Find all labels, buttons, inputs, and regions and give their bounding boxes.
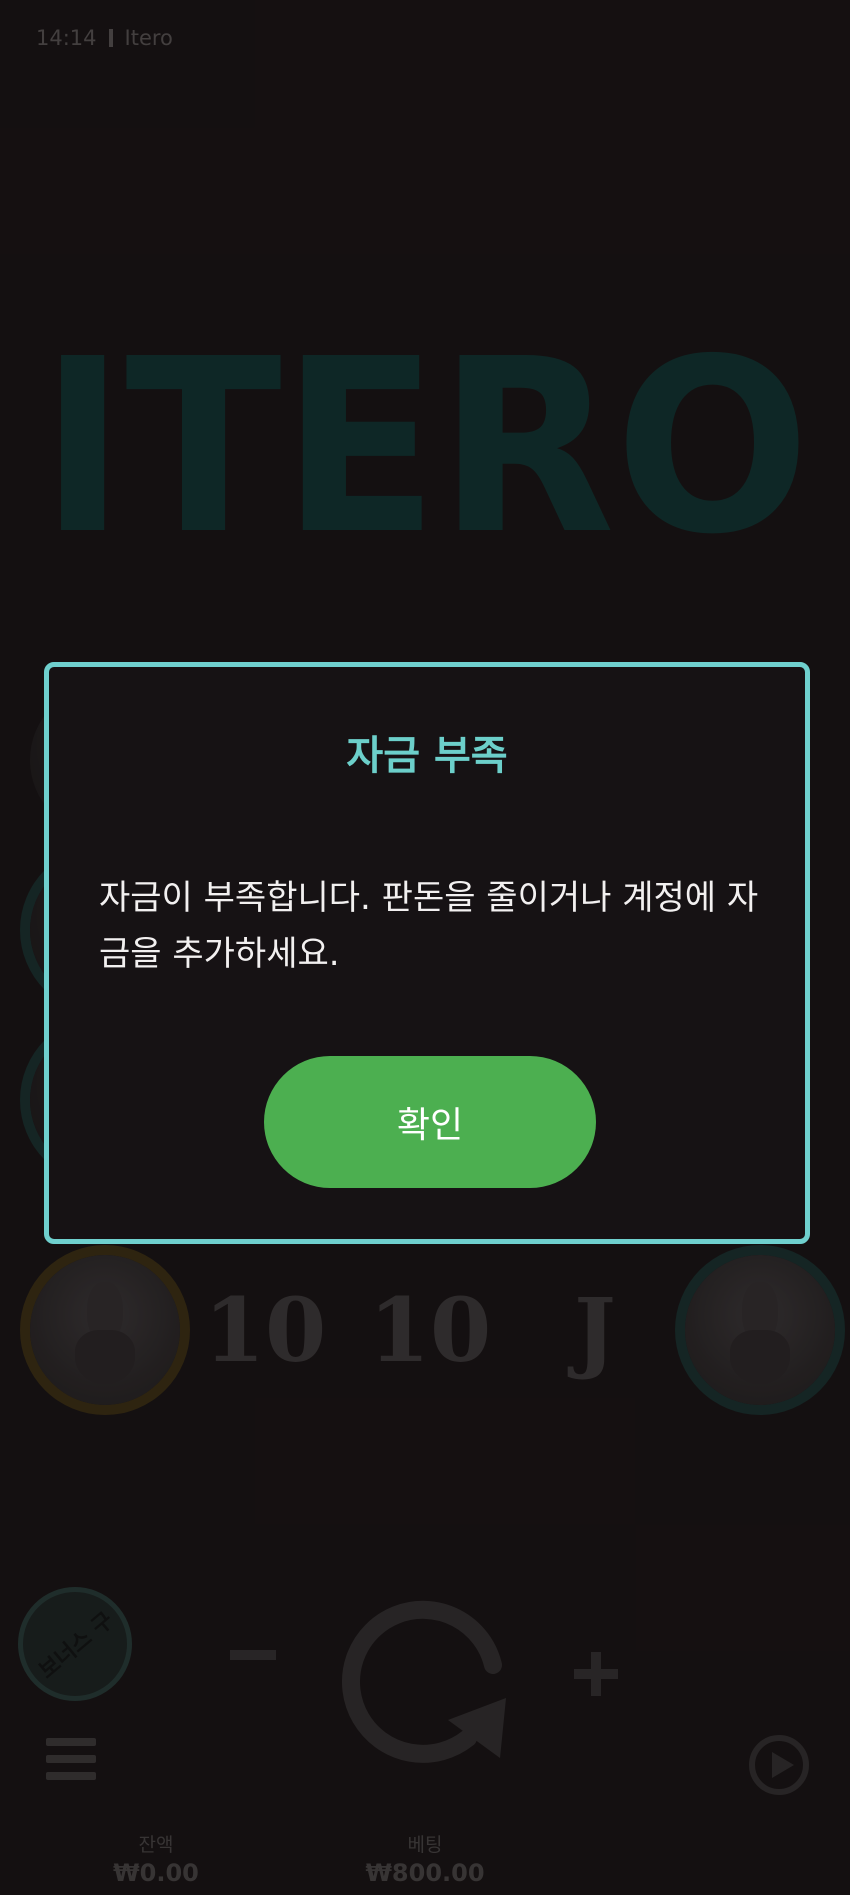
dialog-title: 자금 부족 xyxy=(346,733,508,779)
confirm-button[interactable]: 확인 xyxy=(264,1056,596,1188)
insufficient-funds-dialog: 자금 부족 자금이 부족합니다. 판돈을 줄이거나 계정에 자금을 추가하세요.… xyxy=(44,662,810,1244)
dialog-message: 자금이 부족합니다. 판돈을 줄이거나 계정에 자금을 추가하세요. xyxy=(99,878,759,974)
